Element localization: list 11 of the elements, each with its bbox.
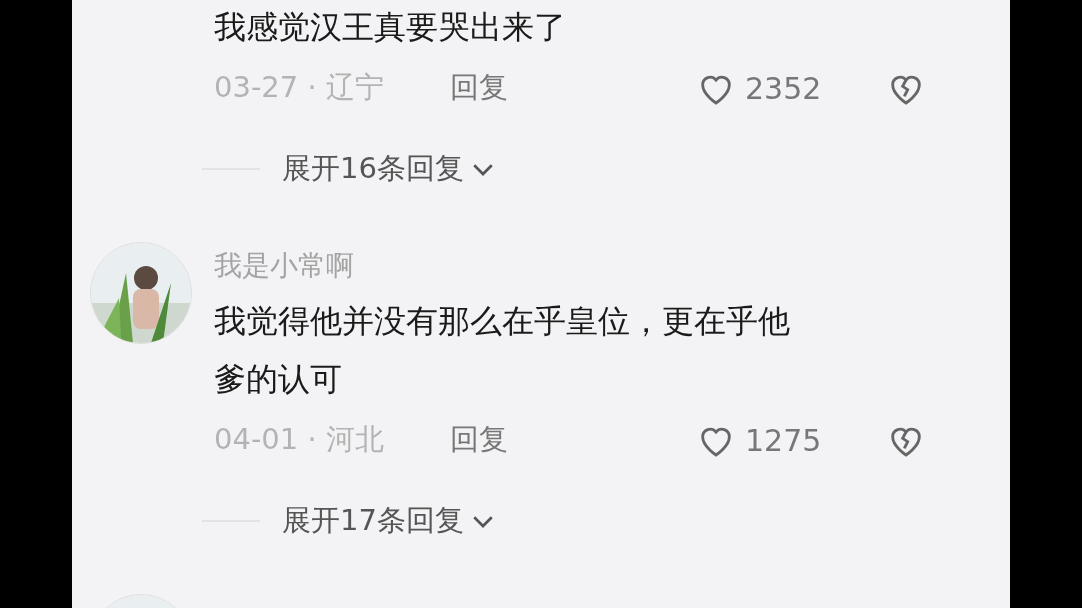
user-name[interactable]: 我是小常啊 xyxy=(214,246,929,286)
reply-link[interactable]: 回复 xyxy=(450,66,508,110)
expand-replies-button[interactable]: 展开16条回复 xyxy=(282,147,498,191)
date-location: 04-01 · 河北 xyxy=(214,421,385,459)
like-count: 1275 xyxy=(745,421,823,460)
expand-replies-button[interactable]: 展开17条回复 xyxy=(282,499,498,543)
comment-text: 我感觉汉王真要哭出来了 xyxy=(214,7,567,48)
like-count: 2352 xyxy=(745,69,823,108)
comment-text: 我觉得他并没有那么在乎皇位，更在乎他爹的认可 xyxy=(214,301,791,400)
reply-link[interactable]: 回复 xyxy=(450,418,508,462)
date-location: 03-27 · 辽宁 xyxy=(214,69,385,107)
